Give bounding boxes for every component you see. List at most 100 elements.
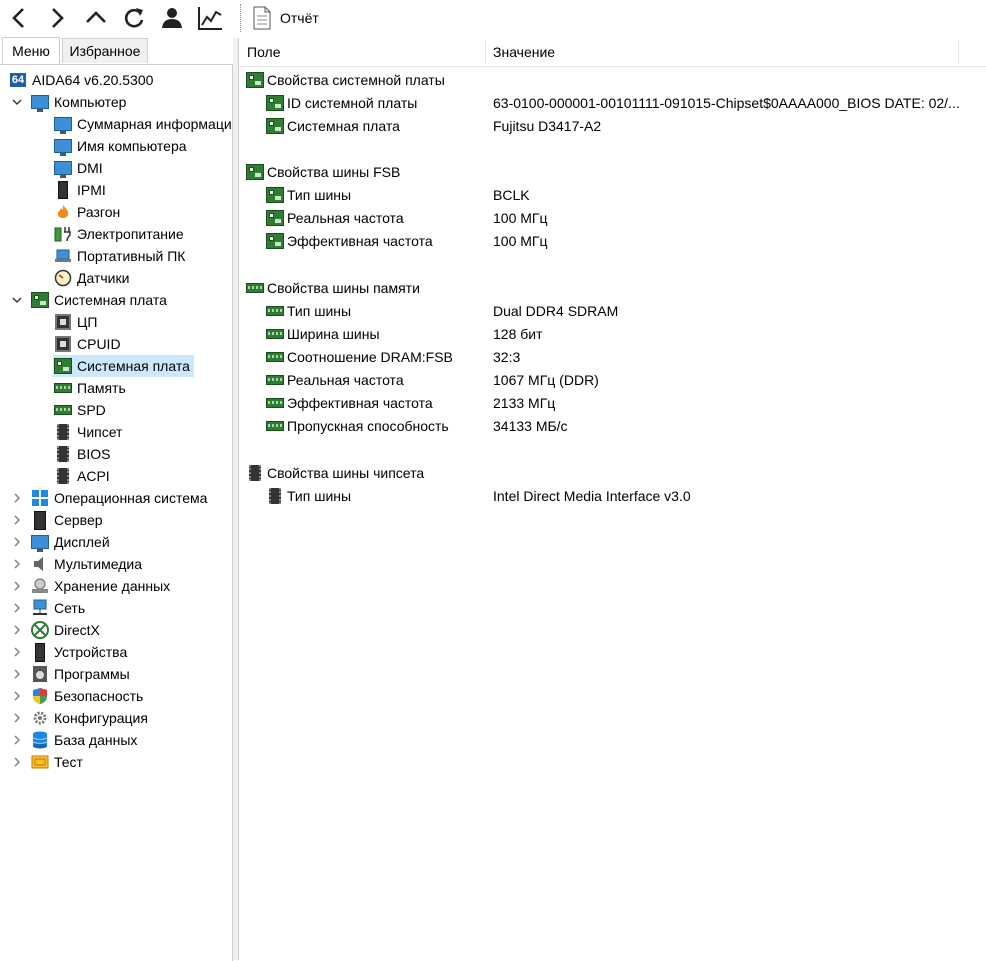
tree-item-label: Электропитание bbox=[77, 226, 184, 242]
motherboard-icon bbox=[245, 163, 265, 181]
tree-item-label: Датчики bbox=[77, 270, 130, 286]
back-button[interactable] bbox=[4, 3, 34, 33]
tree-item-multimedia[interactable]: Мультимедиа bbox=[30, 553, 142, 575]
tree-item-test[interactable]: Тест bbox=[30, 751, 83, 773]
column-header-field[interactable]: Поле bbox=[239, 38, 485, 66]
tree-item-label: ЦП bbox=[77, 314, 98, 330]
tree-item-memory[interactable]: Память bbox=[53, 377, 126, 399]
field-label: Пропускная способность bbox=[287, 418, 449, 434]
expander-multimedia[interactable] bbox=[10, 557, 24, 571]
tree-item-security[interactable]: Безопасность bbox=[30, 685, 143, 707]
tree-item-config[interactable]: Конфигурация bbox=[30, 707, 148, 729]
table-row[interactable]: Системная плата bbox=[265, 115, 400, 137]
expander-network[interactable] bbox=[10, 601, 24, 615]
chevron-right-icon bbox=[14, 603, 20, 613]
motherboard-icon bbox=[265, 94, 285, 112]
tree-item-os[interactable]: Операционная система bbox=[30, 487, 207, 509]
tree-item-network[interactable]: Сеть bbox=[30, 597, 85, 619]
tree-item-label: Портативный ПК bbox=[77, 248, 186, 264]
tree-item-acpi[interactable]: ACPI bbox=[53, 465, 110, 487]
memory-module-icon bbox=[53, 401, 73, 419]
expander-directx[interactable] bbox=[10, 623, 24, 637]
field-value: BCLK bbox=[493, 187, 530, 203]
chip-icon bbox=[265, 487, 285, 505]
computer-icon bbox=[30, 93, 50, 112]
motherboard-icon bbox=[53, 357, 73, 375]
up-button[interactable] bbox=[81, 3, 111, 33]
tree-root[interactable]: 64 AIDA64 v6.20.5300 bbox=[8, 69, 153, 91]
tree-item-bios[interactable]: BIOS bbox=[53, 443, 110, 465]
table-row[interactable]: Реальная частота bbox=[265, 369, 404, 391]
tree-item-cpu[interactable]: ЦП bbox=[53, 311, 97, 333]
aida64-logo-icon: 64 bbox=[8, 71, 28, 89]
tree-item-ipmi[interactable]: IPMI bbox=[53, 179, 106, 201]
field-value: 2133 МГц bbox=[493, 395, 556, 411]
tree-item-server[interactable]: Сервер bbox=[30, 509, 103, 531]
tree-item-spd[interactable]: SPD bbox=[53, 399, 106, 421]
tree-item-database[interactable]: База данных bbox=[30, 729, 137, 751]
tree-item-power[interactable]: Электропитание bbox=[53, 223, 184, 245]
tree-item-programs[interactable]: Программы bbox=[30, 663, 130, 685]
expander-config[interactable] bbox=[10, 711, 24, 725]
refresh-button[interactable] bbox=[119, 3, 149, 33]
table-row[interactable]: Пропускная способность bbox=[265, 415, 449, 437]
memory-module-icon bbox=[265, 348, 285, 366]
table-row[interactable]: Эффективная частота bbox=[265, 230, 433, 252]
tree-item-cpuid[interactable]: CPUID bbox=[53, 333, 121, 355]
tree-item-storage[interactable]: Хранение данных bbox=[30, 575, 170, 597]
tree-item-devices[interactable]: Устройства bbox=[30, 641, 127, 663]
field-label: ID системной платы bbox=[287, 95, 418, 111]
report-button[interactable]: Отчёт bbox=[252, 3, 319, 33]
table-row[interactable]: Тип шины bbox=[265, 300, 351, 322]
tab-favorites[interactable]: Избранное bbox=[62, 38, 148, 63]
tree-item-motherboard[interactable]: Системная плата bbox=[30, 289, 167, 311]
tree-item-display[interactable]: Дисплей bbox=[30, 531, 110, 553]
expander-computer[interactable] bbox=[10, 95, 24, 109]
table-row[interactable]: Ширина шины bbox=[265, 323, 380, 345]
expander-database[interactable] bbox=[10, 733, 24, 747]
tree-item-motherboard-selected[interactable]: Системная плата bbox=[53, 355, 194, 377]
expander-programs[interactable] bbox=[10, 667, 24, 681]
tree-item-directx[interactable]: DirectX bbox=[30, 619, 100, 641]
expander-server[interactable] bbox=[10, 513, 24, 527]
tree-item-label: Суммарная информация bbox=[77, 116, 233, 132]
expander-motherboard[interactable] bbox=[10, 293, 24, 307]
speaker-icon bbox=[30, 555, 50, 573]
expander-security[interactable] bbox=[10, 689, 24, 703]
table-row[interactable]: Соотношение DRAM:FSB bbox=[265, 346, 453, 368]
table-row[interactable]: Эффективная частота bbox=[265, 392, 433, 414]
table-row[interactable]: Реальная частота bbox=[265, 207, 404, 229]
column-header-value[interactable]: Значение bbox=[485, 38, 963, 66]
table-row[interactable]: Тип шины bbox=[265, 485, 351, 507]
tree-item-label: Мультимедиа bbox=[54, 556, 142, 572]
expander-os[interactable] bbox=[10, 491, 24, 505]
table-row[interactable]: Тип шины bbox=[265, 184, 351, 206]
motherboard-icon bbox=[265, 186, 285, 204]
tree-item-chipset[interactable]: Чипсет bbox=[53, 421, 122, 443]
laptop-icon bbox=[53, 247, 73, 265]
tree-item-computer[interactable]: Компьютер bbox=[30, 91, 126, 113]
expander-storage[interactable] bbox=[10, 579, 24, 593]
column-divider[interactable] bbox=[958, 40, 959, 64]
chip-icon bbox=[53, 423, 73, 441]
tree-item-label: Системная плата bbox=[54, 292, 167, 308]
expander-test[interactable] bbox=[10, 755, 24, 769]
expander-devices[interactable] bbox=[10, 645, 24, 659]
tree-item-overclock[interactable]: Разгон bbox=[53, 201, 120, 223]
forward-button[interactable] bbox=[42, 3, 72, 33]
tab-menu[interactable]: Меню bbox=[2, 37, 60, 64]
user-button[interactable] bbox=[157, 3, 187, 33]
navigation-tree: 64 AIDA64 v6.20.5300 Компьютер Суммарная… bbox=[0, 64, 233, 961]
tree-item-laptop[interactable]: Портативный ПК bbox=[53, 245, 185, 267]
toolbar: Отчёт bbox=[0, 0, 986, 36]
expander-display[interactable] bbox=[10, 535, 24, 549]
field-value: Fujitsu D3417-A2 bbox=[493, 118, 602, 134]
tree-item-sensors[interactable]: Датчики bbox=[53, 267, 129, 289]
tree-item-summary[interactable]: Суммарная информация bbox=[53, 113, 233, 135]
field-label: Системная плата bbox=[287, 118, 400, 134]
network-icon bbox=[30, 599, 50, 617]
tree-item-computer-name[interactable]: Имя компьютера bbox=[53, 135, 187, 157]
table-row[interactable]: ID системной платы bbox=[265, 92, 417, 114]
benchmark-chart-button[interactable] bbox=[195, 3, 225, 33]
tree-item-dmi[interactable]: DMI bbox=[53, 157, 103, 179]
